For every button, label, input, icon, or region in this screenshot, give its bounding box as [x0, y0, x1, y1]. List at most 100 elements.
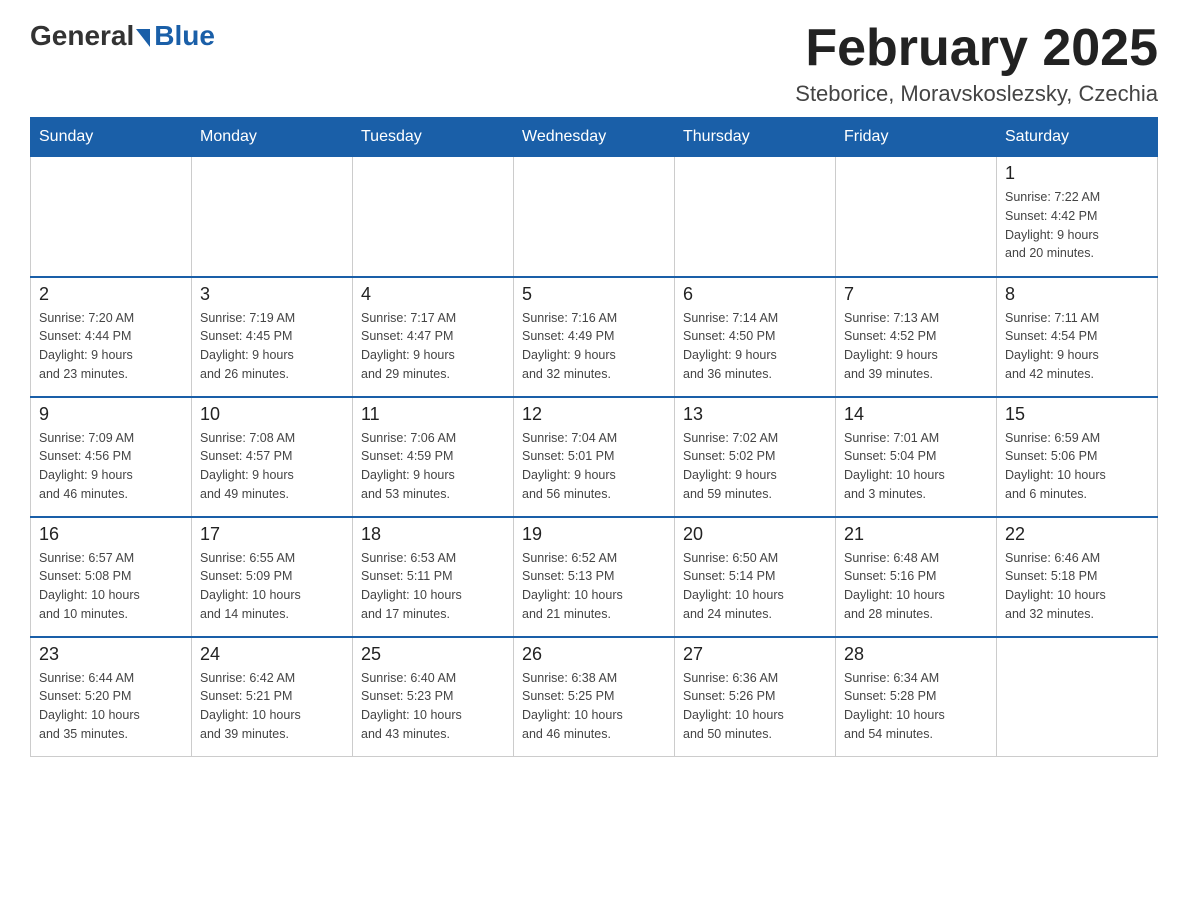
weekday-header-thursday: Thursday [675, 118, 836, 157]
day-number: 19 [522, 524, 666, 545]
day-number: 27 [683, 644, 827, 665]
calendar-cell: 9 Sunrise: 7:09 AM Sunset: 4:56 PM Daylig… [31, 397, 192, 517]
calendar-cell: 14 Sunrise: 7:01 AM Sunset: 5:04 PM Dayli… [836, 397, 997, 517]
week-row-4: 16 Sunrise: 6:57 AM Sunset: 5:08 PM Dayli… [31, 517, 1158, 637]
logo-arrow-icon [136, 29, 150, 47]
title-area: February 2025 Steborice, Moravskoslezsky… [795, 20, 1158, 107]
calendar-cell: 28 Sunrise: 6:34 AM Sunset: 5:28 PM Dayli… [836, 637, 997, 757]
day-info: Sunrise: 6:40 AM Sunset: 5:23 PM Dayligh… [361, 669, 505, 744]
day-info: Sunrise: 7:04 AM Sunset: 5:01 PM Dayligh… [522, 429, 666, 504]
calendar-cell [675, 157, 836, 277]
day-info: Sunrise: 7:09 AM Sunset: 4:56 PM Dayligh… [39, 429, 183, 504]
logo-blue-text: Blue [154, 20, 215, 52]
day-info: Sunrise: 7:13 AM Sunset: 4:52 PM Dayligh… [844, 309, 988, 384]
calendar-cell [192, 157, 353, 277]
day-number: 15 [1005, 404, 1149, 425]
day-number: 4 [361, 284, 505, 305]
day-info: Sunrise: 7:02 AM Sunset: 5:02 PM Dayligh… [683, 429, 827, 504]
weekday-header-tuesday: Tuesday [353, 118, 514, 157]
day-info: Sunrise: 7:08 AM Sunset: 4:57 PM Dayligh… [200, 429, 344, 504]
location-title: Steborice, Moravskoslezsky, Czechia [795, 81, 1158, 107]
calendar-cell: 21 Sunrise: 6:48 AM Sunset: 5:16 PM Dayli… [836, 517, 997, 637]
day-info: Sunrise: 6:52 AM Sunset: 5:13 PM Dayligh… [522, 549, 666, 624]
calendar-cell: 19 Sunrise: 6:52 AM Sunset: 5:13 PM Dayli… [514, 517, 675, 637]
day-info: Sunrise: 6:38 AM Sunset: 5:25 PM Dayligh… [522, 669, 666, 744]
day-info: Sunrise: 6:57 AM Sunset: 5:08 PM Dayligh… [39, 549, 183, 624]
day-info: Sunrise: 6:59 AM Sunset: 5:06 PM Dayligh… [1005, 429, 1149, 504]
calendar-cell: 25 Sunrise: 6:40 AM Sunset: 5:23 PM Dayli… [353, 637, 514, 757]
day-info: Sunrise: 7:19 AM Sunset: 4:45 PM Dayligh… [200, 309, 344, 384]
calendar-cell [353, 157, 514, 277]
calendar-cell: 6 Sunrise: 7:14 AM Sunset: 4:50 PM Daylig… [675, 277, 836, 397]
weekday-header-friday: Friday [836, 118, 997, 157]
weekday-header-sunday: Sunday [31, 118, 192, 157]
calendar-table: SundayMondayTuesdayWednesdayThursdayFrid… [30, 117, 1158, 757]
day-number: 28 [844, 644, 988, 665]
day-info: Sunrise: 6:36 AM Sunset: 5:26 PM Dayligh… [683, 669, 827, 744]
calendar-cell [997, 637, 1158, 757]
day-number: 20 [683, 524, 827, 545]
calendar-cell: 11 Sunrise: 7:06 AM Sunset: 4:59 PM Dayli… [353, 397, 514, 517]
calendar-cell: 16 Sunrise: 6:57 AM Sunset: 5:08 PM Dayli… [31, 517, 192, 637]
calendar-cell: 1 Sunrise: 7:22 AM Sunset: 4:42 PM Daylig… [997, 157, 1158, 277]
day-info: Sunrise: 6:46 AM Sunset: 5:18 PM Dayligh… [1005, 549, 1149, 624]
page-header: General Blue February 2025 Steborice, Mo… [30, 20, 1158, 107]
calendar-cell: 26 Sunrise: 6:38 AM Sunset: 5:25 PM Dayli… [514, 637, 675, 757]
day-info: Sunrise: 7:11 AM Sunset: 4:54 PM Dayligh… [1005, 309, 1149, 384]
calendar-cell: 4 Sunrise: 7:17 AM Sunset: 4:47 PM Daylig… [353, 277, 514, 397]
day-number: 16 [39, 524, 183, 545]
calendar-cell: 24 Sunrise: 6:42 AM Sunset: 5:21 PM Dayli… [192, 637, 353, 757]
calendar-cell: 8Sunrise: 7:11 AM Sunset: 4:54 PM Daylig… [997, 277, 1158, 397]
day-info: Sunrise: 7:17 AM Sunset: 4:47 PM Dayligh… [361, 309, 505, 384]
week-row-3: 9 Sunrise: 7:09 AM Sunset: 4:56 PM Daylig… [31, 397, 1158, 517]
weekday-header-saturday: Saturday [997, 118, 1158, 157]
week-row-5: 23Sunrise: 6:44 AM Sunset: 5:20 PM Dayli… [31, 637, 1158, 757]
day-number: 7 [844, 284, 988, 305]
day-number: 12 [522, 404, 666, 425]
day-number: 11 [361, 404, 505, 425]
week-row-1: 1 Sunrise: 7:22 AM Sunset: 4:42 PM Daylig… [31, 157, 1158, 277]
calendar-cell [836, 157, 997, 277]
day-info: Sunrise: 7:20 AM Sunset: 4:44 PM Dayligh… [39, 309, 183, 384]
day-number: 2 [39, 284, 183, 305]
day-number: 21 [844, 524, 988, 545]
calendar-cell: 27 Sunrise: 6:36 AM Sunset: 5:26 PM Dayli… [675, 637, 836, 757]
calendar-cell: 7 Sunrise: 7:13 AM Sunset: 4:52 PM Daylig… [836, 277, 997, 397]
day-number: 23 [39, 644, 183, 665]
day-number: 6 [683, 284, 827, 305]
logo: General Blue [30, 20, 215, 52]
week-row-2: 2 Sunrise: 7:20 AM Sunset: 4:44 PM Daylig… [31, 277, 1158, 397]
calendar-cell: 20 Sunrise: 6:50 AM Sunset: 5:14 PM Dayli… [675, 517, 836, 637]
day-info: Sunrise: 7:01 AM Sunset: 5:04 PM Dayligh… [844, 429, 988, 504]
day-number: 22 [1005, 524, 1149, 545]
day-number: 9 [39, 404, 183, 425]
weekday-header-wednesday: Wednesday [514, 118, 675, 157]
day-info: Sunrise: 7:22 AM Sunset: 4:42 PM Dayligh… [1005, 188, 1149, 263]
calendar-cell: 5 Sunrise: 7:16 AM Sunset: 4:49 PM Daylig… [514, 277, 675, 397]
day-info: Sunrise: 6:42 AM Sunset: 5:21 PM Dayligh… [200, 669, 344, 744]
day-info: Sunrise: 6:34 AM Sunset: 5:28 PM Dayligh… [844, 669, 988, 744]
day-number: 14 [844, 404, 988, 425]
calendar-cell: 12 Sunrise: 7:04 AM Sunset: 5:01 PM Dayli… [514, 397, 675, 517]
day-info: Sunrise: 7:14 AM Sunset: 4:50 PM Dayligh… [683, 309, 827, 384]
day-number: 26 [522, 644, 666, 665]
day-number: 3 [200, 284, 344, 305]
calendar-cell: 23Sunrise: 6:44 AM Sunset: 5:20 PM Dayli… [31, 637, 192, 757]
day-info: Sunrise: 6:48 AM Sunset: 5:16 PM Dayligh… [844, 549, 988, 624]
day-number: 10 [200, 404, 344, 425]
day-number: 25 [361, 644, 505, 665]
day-info: Sunrise: 7:06 AM Sunset: 4:59 PM Dayligh… [361, 429, 505, 504]
month-title: February 2025 [795, 20, 1158, 77]
day-number: 24 [200, 644, 344, 665]
day-info: Sunrise: 6:53 AM Sunset: 5:11 PM Dayligh… [361, 549, 505, 624]
calendar-cell: 3 Sunrise: 7:19 AM Sunset: 4:45 PM Daylig… [192, 277, 353, 397]
day-number: 5 [522, 284, 666, 305]
day-info: Sunrise: 6:50 AM Sunset: 5:14 PM Dayligh… [683, 549, 827, 624]
day-info: Sunrise: 7:16 AM Sunset: 4:49 PM Dayligh… [522, 309, 666, 384]
day-number: 1 [1005, 163, 1149, 184]
weekday-header-monday: Monday [192, 118, 353, 157]
day-number: 18 [361, 524, 505, 545]
calendar-cell: 10 Sunrise: 7:08 AM Sunset: 4:57 PM Dayli… [192, 397, 353, 517]
calendar-cell: 2 Sunrise: 7:20 AM Sunset: 4:44 PM Daylig… [31, 277, 192, 397]
calendar-cell: 18 Sunrise: 6:53 AM Sunset: 5:11 PM Dayli… [353, 517, 514, 637]
